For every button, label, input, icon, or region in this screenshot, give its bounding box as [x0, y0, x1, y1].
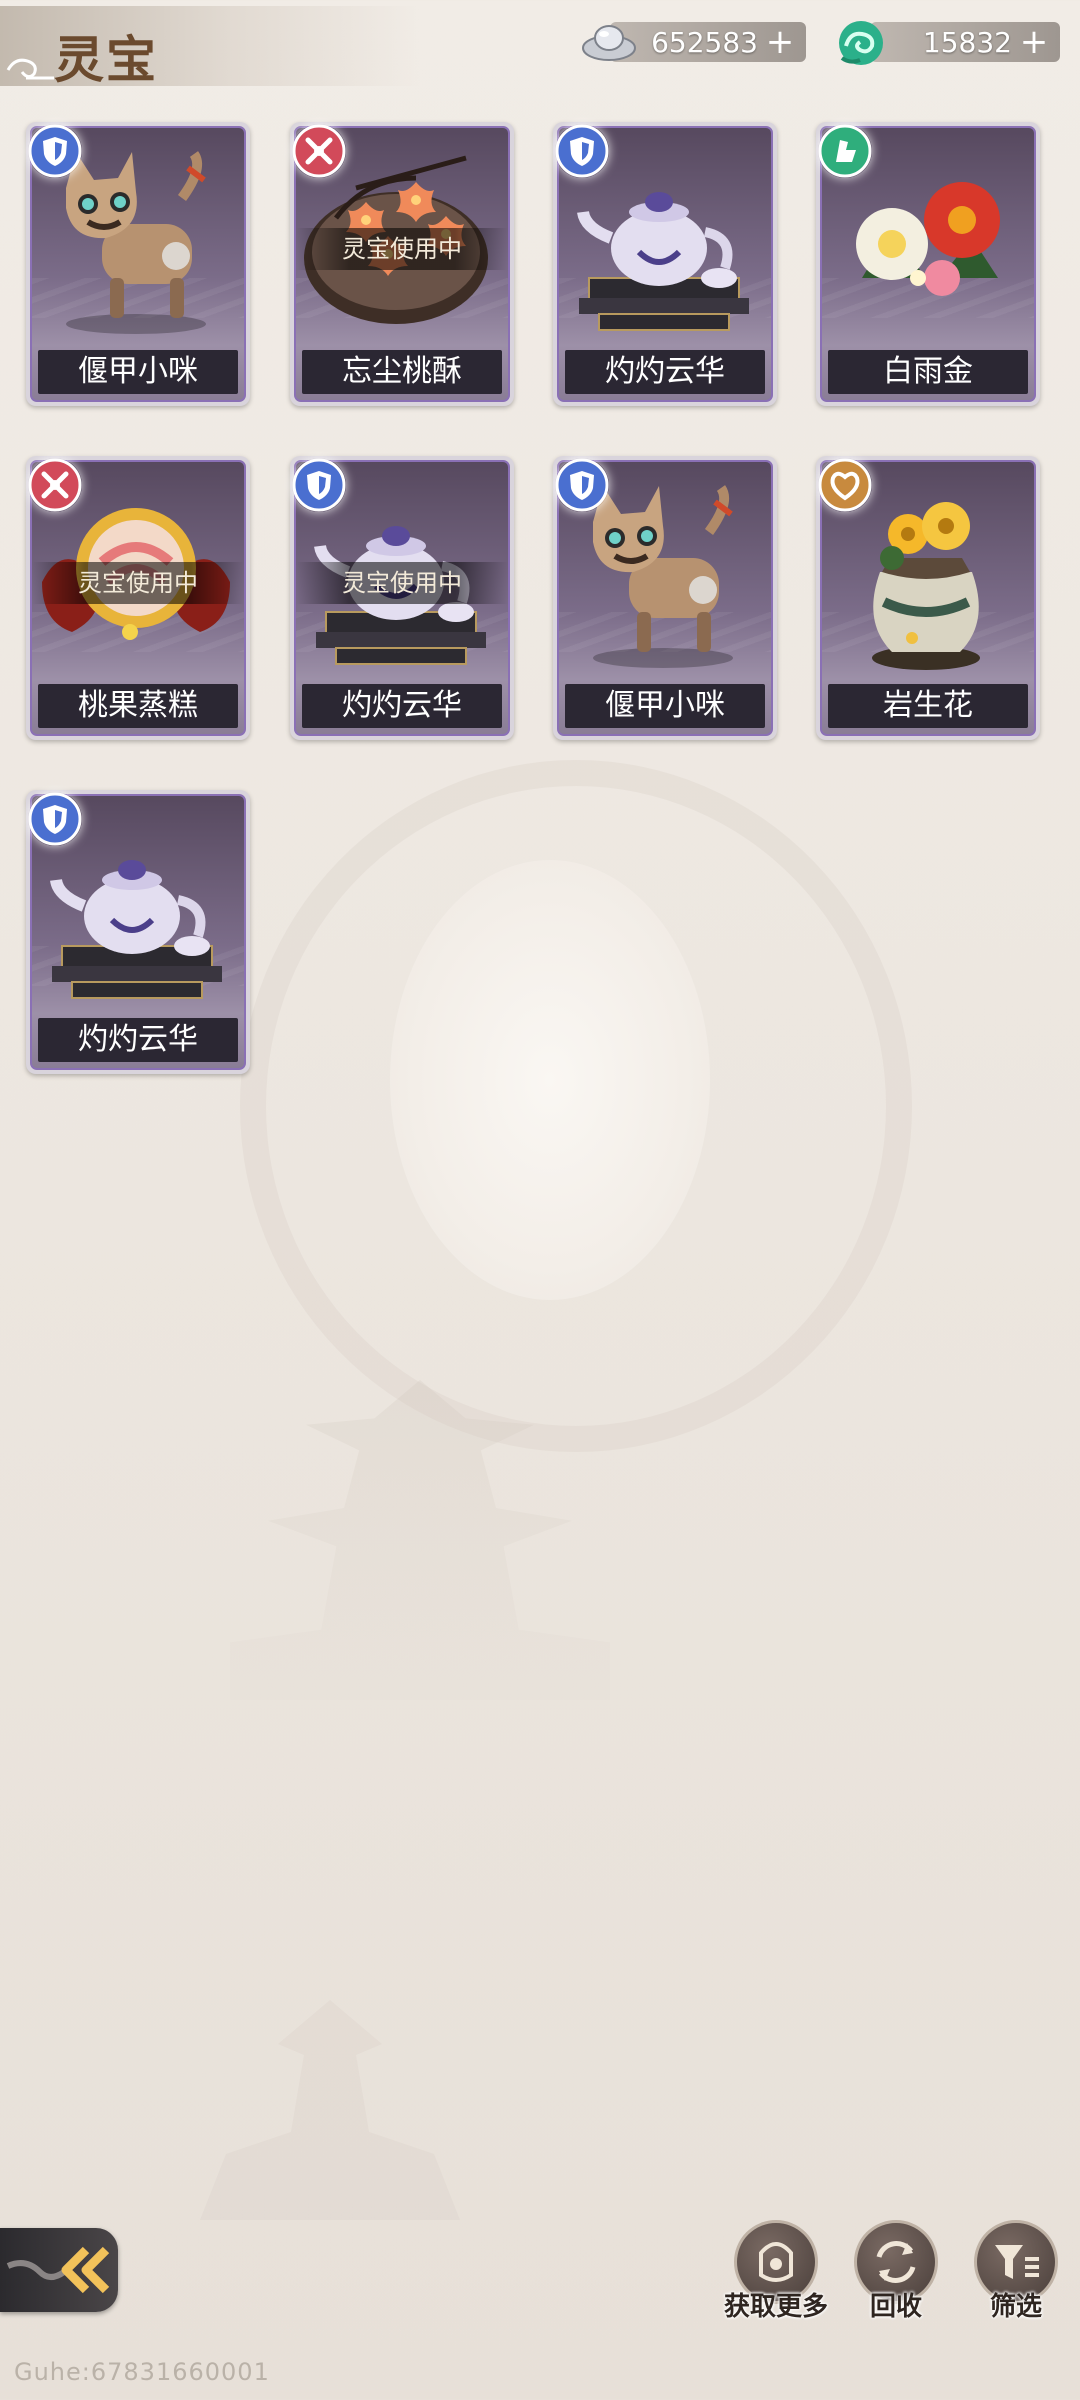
item-name: 偃甲小咪 — [38, 350, 238, 394]
item-name: 偃甲小咪 — [565, 684, 765, 728]
item-card[interactable]: 灵宝使用中 灼灼云华 — [290, 456, 514, 740]
shield-icon — [555, 458, 609, 512]
shield-icon — [28, 792, 82, 846]
jade-currency: 15832 + — [870, 22, 1060, 62]
page-title: 灵宝 — [54, 30, 158, 89]
item-name: 桃果蒸糕 — [38, 684, 238, 728]
title-banner: 灵宝 — [0, 6, 420, 89]
item-card[interactable]: 偃甲小咪 — [26, 122, 250, 406]
item-name: 灼灼云华 — [302, 684, 502, 728]
cross-swords-icon — [28, 458, 82, 512]
get-more-label: 获取更多 — [723, 2292, 828, 2322]
add-silver-button[interactable]: + — [762, 22, 798, 62]
recycle-label: 回收 — [869, 2292, 922, 2322]
filter-button[interactable]: 筛选 — [970, 2216, 1062, 2336]
heart-icon — [818, 458, 872, 512]
item-name: 灼灼云华 — [38, 1018, 238, 1062]
recycle-button[interactable]: 回收 — [850, 2216, 942, 2336]
silver-amount: 652583 — [651, 26, 758, 59]
get-more-button[interactable]: 获取更多 — [724, 2216, 828, 2336]
item-card[interactable]: 灼灼云华 — [26, 790, 250, 1074]
shield-icon — [292, 458, 346, 512]
filter-label: 筛选 — [989, 2292, 1042, 2322]
in-use-label: 灵宝使用中 — [32, 562, 244, 604]
item-card[interactable]: 灵宝使用中 桃果蒸糕 — [26, 456, 250, 740]
item-name: 忘尘桃酥 — [302, 350, 502, 394]
in-use-label: 灵宝使用中 — [296, 562, 508, 604]
top-bar: 灵宝 652583 + 15832 + — [0, 0, 1080, 90]
silver-ingot-icon — [582, 25, 636, 61]
double-arrow-left-icon — [6, 2246, 110, 2294]
item-name: 灼灼云华 — [565, 350, 765, 394]
cloud-swirl-icon — [6, 58, 54, 80]
item-card[interactable]: 偃甲小咪 — [553, 456, 777, 740]
add-jade-button[interactable]: + — [1016, 22, 1052, 62]
item-card[interactable]: 灵宝使用中 忘尘桃酥 — [290, 122, 514, 406]
cross-swords-icon — [292, 124, 346, 178]
jade-cloud-icon — [839, 21, 883, 65]
shield-icon — [28, 124, 82, 178]
item-name: 白雨金 — [828, 350, 1028, 394]
item-card[interactable]: 灼灼云华 — [553, 122, 777, 406]
silver-currency: 652583 + — [610, 22, 806, 62]
item-name: 岩生花 — [828, 684, 1028, 728]
jade-amount: 15832 — [922, 26, 1012, 59]
in-use-label: 灵宝使用中 — [296, 228, 508, 270]
watermark-text: Guhe:67831660001 — [14, 2358, 270, 2386]
item-card[interactable]: 岩生花 — [816, 456, 1040, 740]
back-button[interactable] — [0, 2228, 118, 2312]
strength-icon — [818, 124, 872, 178]
shield-icon — [555, 124, 609, 178]
item-card[interactable]: 白雨金 — [816, 122, 1040, 406]
